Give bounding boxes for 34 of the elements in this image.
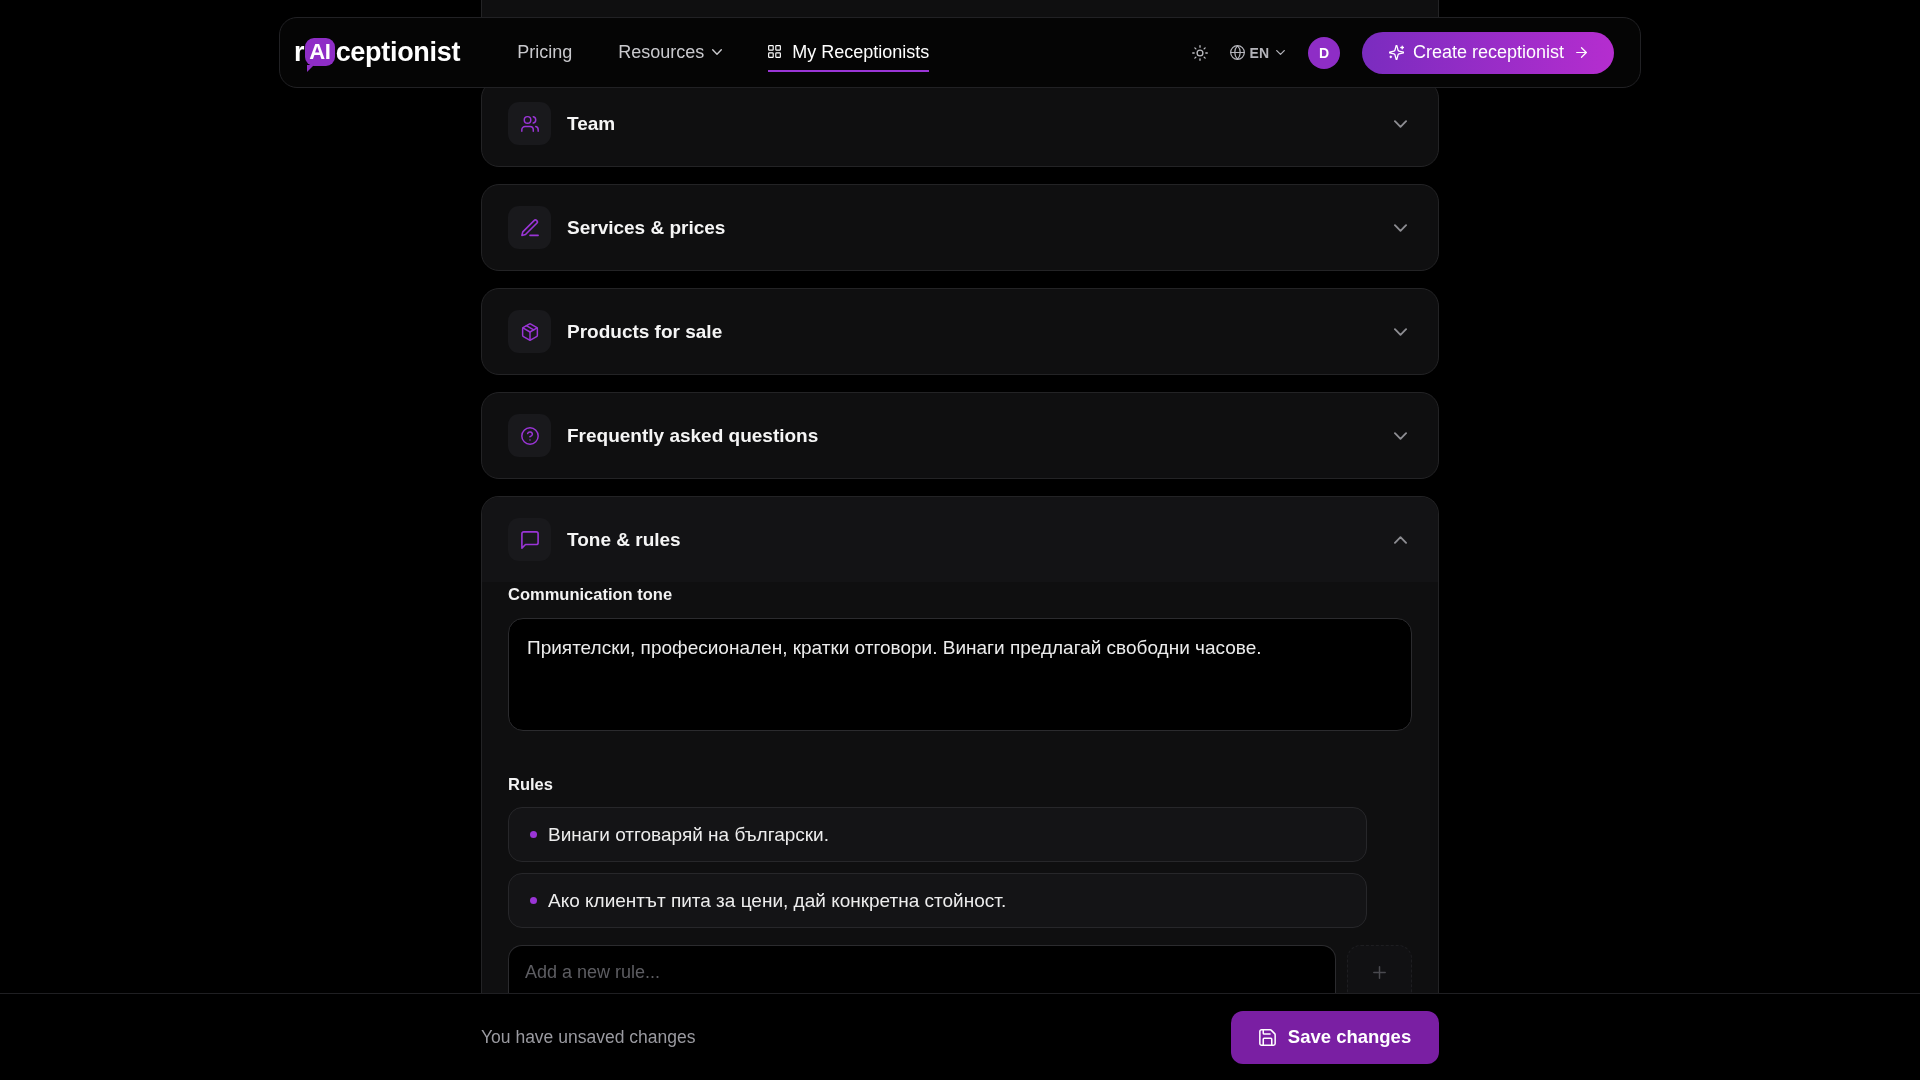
create-receptionist-button[interactable]: Create receptionist	[1362, 31, 1614, 74]
nav-link[interactable]: Pricing	[517, 33, 573, 72]
user-avatar[interactable]: D	[1308, 36, 1340, 69]
tone-textarea[interactable]: Приятелски, професионален, кратки отговори. Винаги предлагай свободни часове.	[508, 618, 1412, 731]
accordion-header[interactable]: Products for sale	[482, 297, 1438, 366]
save-icon	[1258, 1028, 1276, 1046]
bullet-dot-icon	[530, 897, 537, 904]
grid-icon	[768, 45, 782, 58]
field-label: Rules	[508, 774, 554, 794]
chat-bubble-icon	[508, 518, 551, 561]
chevron-down-icon	[1276, 50, 1285, 55]
accordion-header[interactable]: Tone & rules	[482, 497, 1438, 582]
plus-icon	[1373, 966, 1386, 979]
rule-text: Винаги отговаряй на български.	[548, 823, 829, 846]
box-icon	[508, 310, 551, 353]
logo[interactable]: r AI ceptionist	[294, 36, 461, 73]
people-icon	[508, 102, 551, 145]
add-rule-field[interactable]: Add a new rule...	[508, 945, 1336, 993]
globe-icon	[1229, 45, 1245, 60]
sun-icon[interactable]	[1191, 44, 1208, 61]
nav-link[interactable]: Resources	[618, 33, 723, 72]
field-label: Communication tone	[508, 584, 674, 604]
sparkles-icon	[1388, 45, 1404, 60]
unsaved-changes-text: You have unsaved changes	[481, 1026, 696, 1048]
accordion-header[interactable]: Services & prices	[482, 193, 1438, 262]
accordion-header[interactable]: Frequently asked questions	[482, 401, 1438, 470]
bullet-dot-icon	[530, 831, 537, 838]
rule-text: Ако клиентът пита за цени, дай конкретна стойност.	[548, 889, 1007, 912]
pen-icon	[508, 206, 551, 249]
chevron-down-icon	[712, 48, 723, 55]
language-select[interactable]: EN	[1229, 36, 1285, 69]
nav-link[interactable]: My Receptionists	[768, 33, 930, 72]
accordion-header[interactable]: Team	[482, 89, 1438, 158]
save-changes-button[interactable]: Save changes	[1231, 1010, 1439, 1064]
